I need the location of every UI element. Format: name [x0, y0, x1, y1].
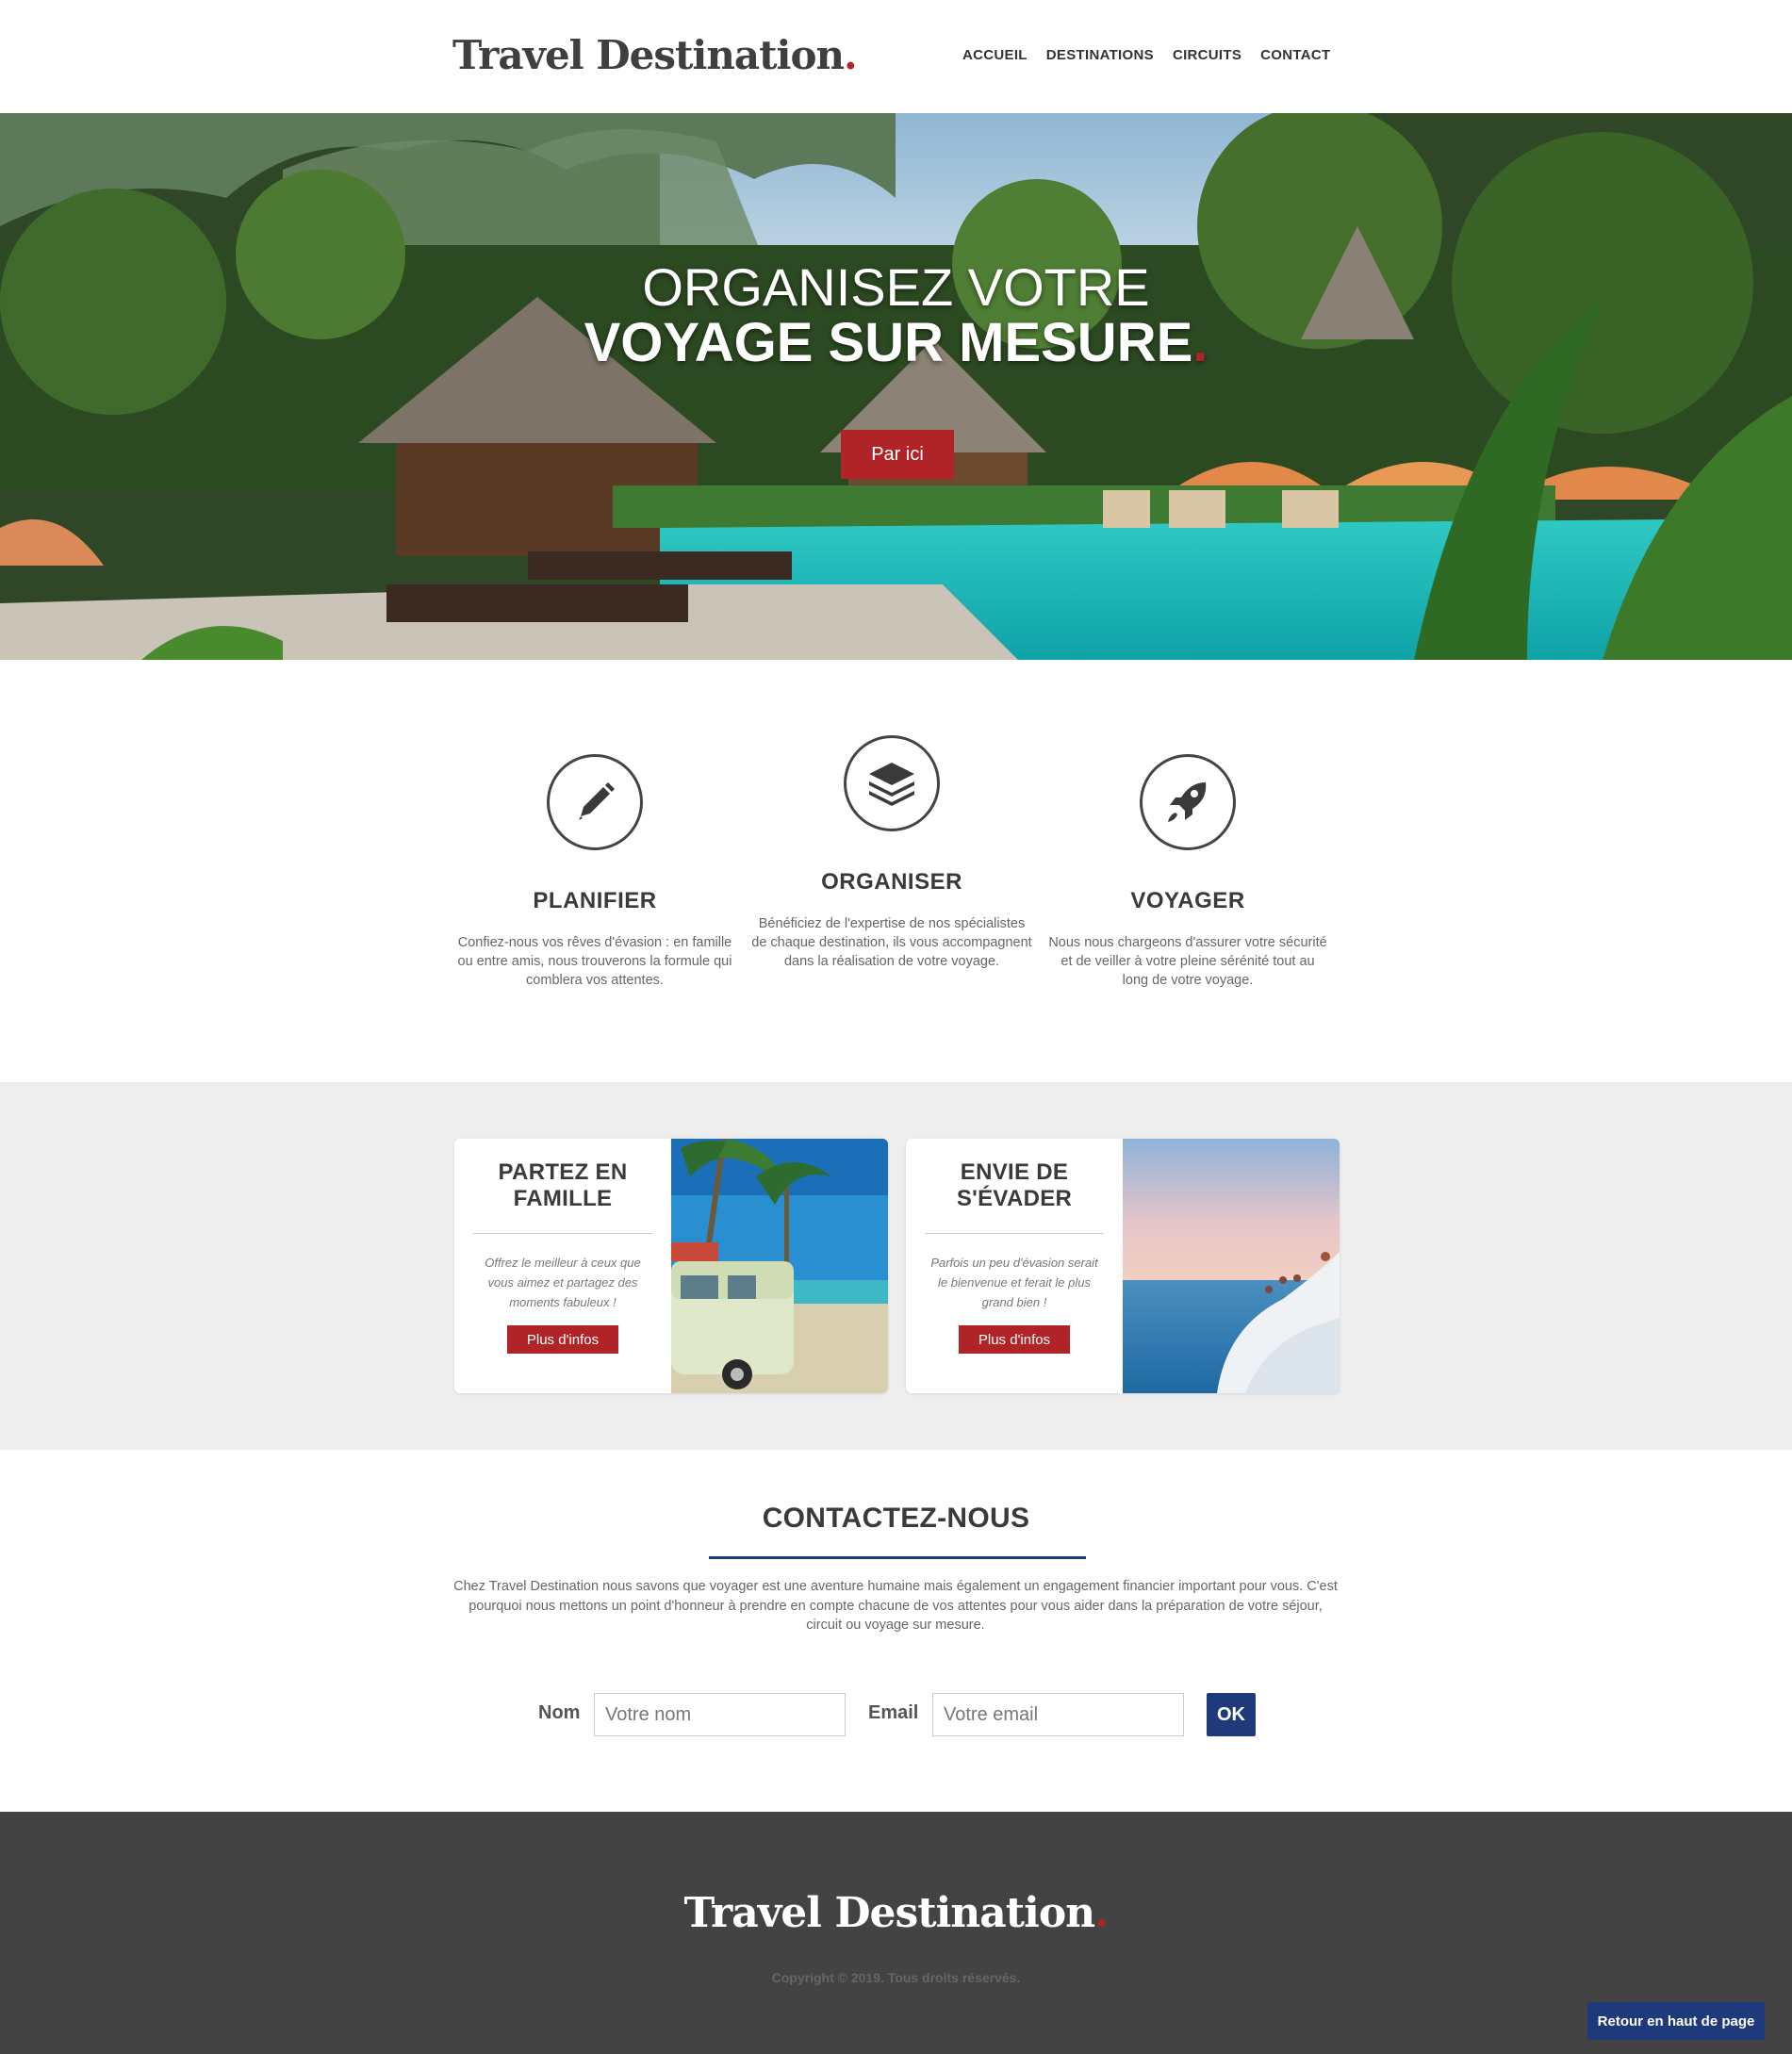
- contact-description: Chez Travel Destination nous savons que …: [453, 1579, 1338, 1633]
- name-label: Nom: [538, 1702, 581, 1723]
- hero-cta-button[interactable]: Par ici: [841, 430, 954, 479]
- more-info-button[interactable]: Plus d'infos: [507, 1325, 618, 1354]
- hero-title-line2-text: VOYAGE SUR MESURE: [584, 312, 1193, 373]
- hero-title-line1: ORGANISEZ VOTRE: [642, 257, 1150, 317]
- footer-logo-dot: .: [1094, 1889, 1109, 1937]
- feature-text: Nous nous chargeons d'assurer votre sécu…: [1048, 935, 1327, 988]
- feature-text: Bénéficiez de l'expertise de nos spécial…: [751, 916, 1032, 969]
- nav-item-circuits[interactable]: CIRCUITS: [1173, 47, 1241, 63]
- copyright-text: Copyright © 2019. Tous droits réservés.: [771, 1970, 1021, 1985]
- email-label: Email: [868, 1702, 919, 1723]
- logo-text: Travel Destination: [452, 32, 845, 78]
- hero-title-line2: VOYAGE SUR MESURE.: [0, 311, 1792, 374]
- hero-title-dot: .: [1192, 312, 1208, 373]
- rocket-icon: [1140, 754, 1236, 850]
- card-divider: [473, 1233, 652, 1234]
- offer-card-famille: PARTEZ EN FAMILLE Offrez le meilleur à c…: [454, 1139, 888, 1393]
- logo-dot: .: [844, 32, 858, 78]
- email-input[interactable]: [932, 1693, 1184, 1736]
- site-logo[interactable]: Travel Destination.: [452, 32, 858, 78]
- feature-text: Confiez-nous vos rêves d'évasion : en fa…: [457, 935, 732, 988]
- feature-title: VOYAGER: [1130, 888, 1245, 913]
- card-image-sea-cliff: [1123, 1139, 1340, 1393]
- card-title: PARTEZ EN FAMILLE: [498, 1159, 628, 1211]
- footer-logo-text: Travel Destination: [683, 1889, 1096, 1937]
- site-footer: Travel Destination. Copyright © 2019. To…: [0, 1812, 1792, 2054]
- contact-title-underline: [709, 1556, 1086, 1559]
- hero-banner: ORGANISEZ VOTRE VOYAGE SUR MESURE. Par i…: [0, 113, 1792, 660]
- submit-button[interactable]: OK: [1207, 1693, 1256, 1736]
- card-description: Parfois un peu d'évasion serait le bienv…: [930, 1256, 1098, 1309]
- main-nav: ACCUEIL DESTINATIONS CIRCUITS CONTACT: [962, 47, 1349, 63]
- pencil-icon: [547, 754, 643, 850]
- layers-icon: [844, 735, 940, 831]
- card-description: Offrez le meilleur à ceux que vous aimez…: [485, 1256, 641, 1309]
- card-image-van-beach: [671, 1139, 888, 1393]
- contact-title: CONTACTEZ-NOUS: [762, 1503, 1030, 1534]
- more-info-button[interactable]: Plus d'infos: [959, 1325, 1070, 1354]
- footer-logo[interactable]: Travel Destination.: [0, 1889, 1792, 1937]
- feature-title: PLANIFIER: [533, 888, 657, 913]
- feature-organiser: ORGANISER Bénéficiez de l'expertise de n…: [750, 735, 1033, 971]
- nav-item-accueil[interactable]: ACCUEIL: [962, 47, 1028, 63]
- card-divider: [925, 1233, 1104, 1234]
- site-header: Travel Destination. ACCUEIL DESTINATIONS…: [0, 0, 1792, 113]
- card-title: ENVIE DE S'ÉVADER: [956, 1159, 1073, 1211]
- feature-voyager: VOYAGER Nous nous chargeons d'assurer vo…: [1046, 754, 1329, 990]
- offers-section: PARTEZ EN FAMILLE Offrez le meilleur à c…: [0, 1082, 1792, 1450]
- card-text: PARTEZ EN FAMILLE Offrez le meilleur à c…: [454, 1139, 671, 1393]
- nav-item-destinations[interactable]: DESTINATIONS: [1046, 47, 1154, 63]
- name-input[interactable]: [594, 1693, 846, 1736]
- card-text: ENVIE DE S'ÉVADER Parfois un peu d'évasi…: [906, 1139, 1123, 1393]
- nav-item-contact[interactable]: CONTACT: [1260, 47, 1330, 63]
- hero-background-image: [0, 113, 1792, 660]
- feature-title: ORGANISER: [821, 869, 962, 895]
- back-to-top-button[interactable]: Retour en haut de page: [1587, 2002, 1765, 2040]
- feature-planifier: PLANIFIER Confiez-nous vos rêves d'évasi…: [453, 754, 736, 990]
- offer-card-evader: ENVIE DE S'ÉVADER Parfois un peu d'évasi…: [906, 1139, 1340, 1393]
